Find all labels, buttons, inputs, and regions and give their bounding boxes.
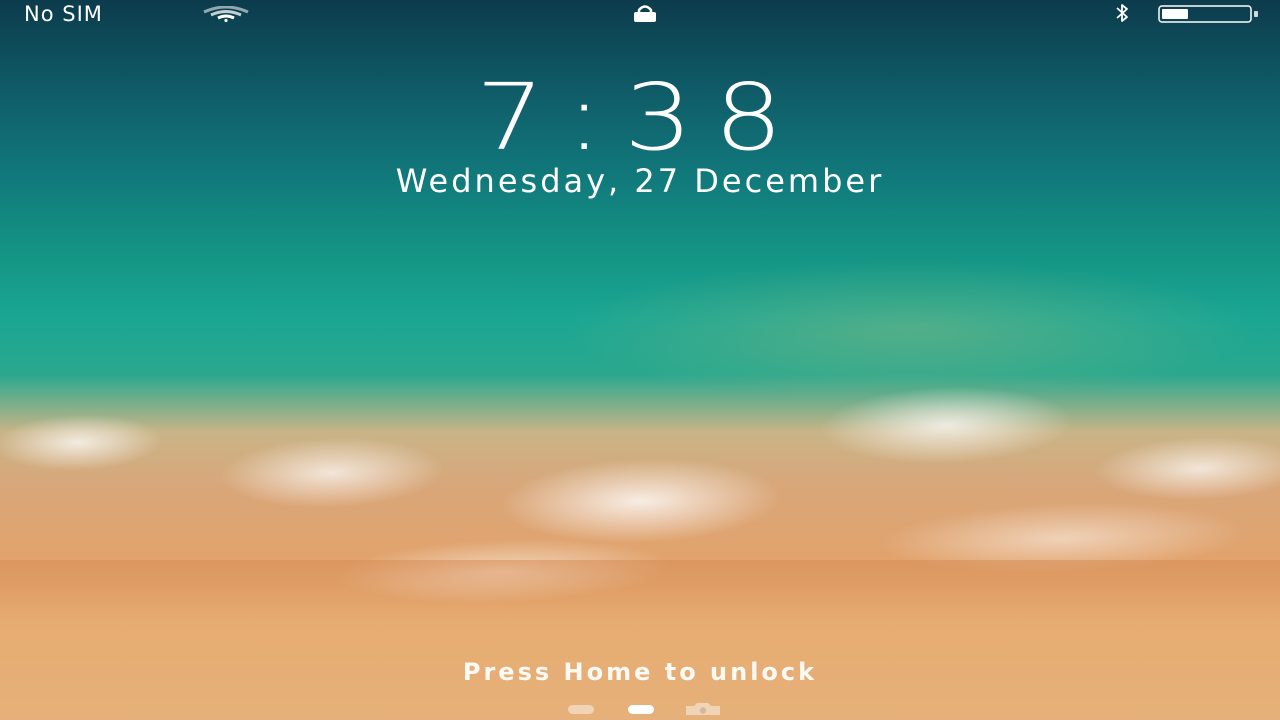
lock-date: Wednesday, 27 December: [395, 162, 885, 200]
carrier-label: No SIM: [24, 2, 103, 26]
page-indicator[interactable]: [566, 702, 726, 716]
unlock-hint: Press Home to unlock: [462, 658, 818, 686]
battery-icon: [1158, 5, 1258, 23]
camera-icon[interactable]: [684, 702, 722, 716]
lock-icon: [634, 5, 656, 22]
battery-level-fill: [1162, 9, 1188, 19]
status-bar: No SIM: [0, 0, 1280, 28]
page-dot-lock-screen[interactable]: [628, 705, 654, 714]
page-dot-widgets[interactable]: [568, 705, 594, 714]
wallpaper-wet-sand: [0, 560, 1280, 620]
lock-screen: No SIM 7:38 Wednesday, 27 December Press…: [0, 0, 1280, 720]
bluetooth-icon: [1116, 4, 1128, 22]
wifi-icon: [203, 6, 249, 22]
lock-clock: 7:38: [475, 64, 805, 171]
